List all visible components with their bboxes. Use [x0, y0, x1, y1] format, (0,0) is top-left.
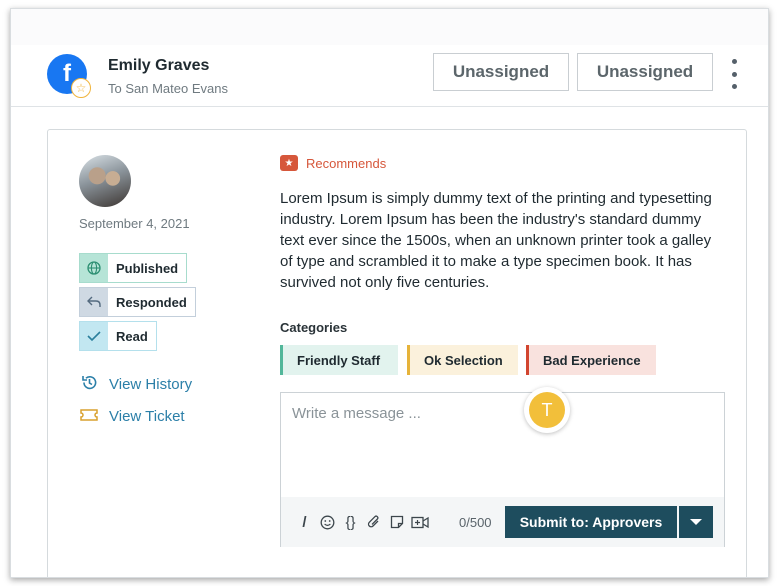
ticket-icon	[79, 408, 99, 425]
reply-composer: / {} 0/500 Submit to: Approvers	[280, 392, 725, 547]
note-icon[interactable]	[385, 510, 408, 534]
more-options-icon[interactable]	[725, 59, 743, 89]
view-history-label: View History	[109, 376, 193, 393]
character-counter: 0/500	[459, 514, 492, 530]
review-type-label: Recommends	[306, 155, 387, 171]
composer-toolbar: / {} 0/500 Submit to: Approvers	[281, 497, 724, 547]
status-published: Published	[79, 253, 188, 283]
status-label: Published	[116, 260, 179, 276]
review-type: ★ Recommends	[280, 155, 386, 171]
recipient-label: To San Mateo Evans	[108, 81, 228, 96]
status-responded: Responded	[79, 287, 196, 317]
emoji-icon[interactable]	[316, 510, 339, 534]
categories-label: Categories	[280, 320, 348, 335]
app-window: f ☆ Emily Graves To San Mateo Evans Unas…	[10, 8, 769, 578]
reply-icon	[80, 288, 108, 316]
status-label: Responded	[116, 294, 187, 310]
category-tag[interactable]: Bad Experience	[526, 345, 656, 375]
braces-icon[interactable]: {}	[339, 510, 362, 534]
view-ticket-label: View Ticket	[109, 408, 185, 425]
review-text: Lorem Ipsum is simply dummy text of the …	[280, 190, 712, 291]
slash-command-icon[interactable]: /	[293, 510, 316, 534]
reviewer-avatar	[79, 155, 131, 207]
submit-button[interactable]: Submit to: Approvers	[505, 506, 677, 538]
attachment-icon[interactable]	[362, 510, 385, 534]
top-strip	[11, 9, 768, 45]
category-tag[interactable]: Friendly Staff	[280, 345, 398, 375]
chevron-down-icon[interactable]	[679, 506, 713, 538]
view-history-link[interactable]: View History	[79, 374, 192, 395]
history-icon	[79, 374, 99, 395]
category-tag[interactable]: Ok Selection	[407, 345, 518, 375]
presence-initial: T	[529, 392, 565, 428]
assign-button-1[interactable]: Unassigned	[433, 53, 569, 91]
author-name: Emily Graves	[108, 57, 210, 74]
check-icon	[80, 322, 108, 350]
video-icon[interactable]	[408, 510, 431, 534]
recommends-icon: ★	[280, 155, 298, 171]
view-ticket-link[interactable]: View Ticket	[79, 408, 185, 425]
conversation-header: f ☆ Emily Graves To San Mateo Evans Unas…	[11, 45, 768, 107]
review-card: September 4, 2021 Published Responded Re…	[47, 129, 747, 577]
assign-button-2[interactable]: Unassigned	[577, 53, 713, 91]
globe-icon	[80, 254, 108, 282]
presence-avatar: T	[524, 387, 570, 433]
status-label: Read	[116, 328, 148, 344]
post-date: September 4, 2021	[79, 216, 190, 231]
status-read: Read	[79, 321, 157, 351]
message-input[interactable]	[281, 393, 724, 495]
star-icon: ☆	[71, 78, 91, 98]
